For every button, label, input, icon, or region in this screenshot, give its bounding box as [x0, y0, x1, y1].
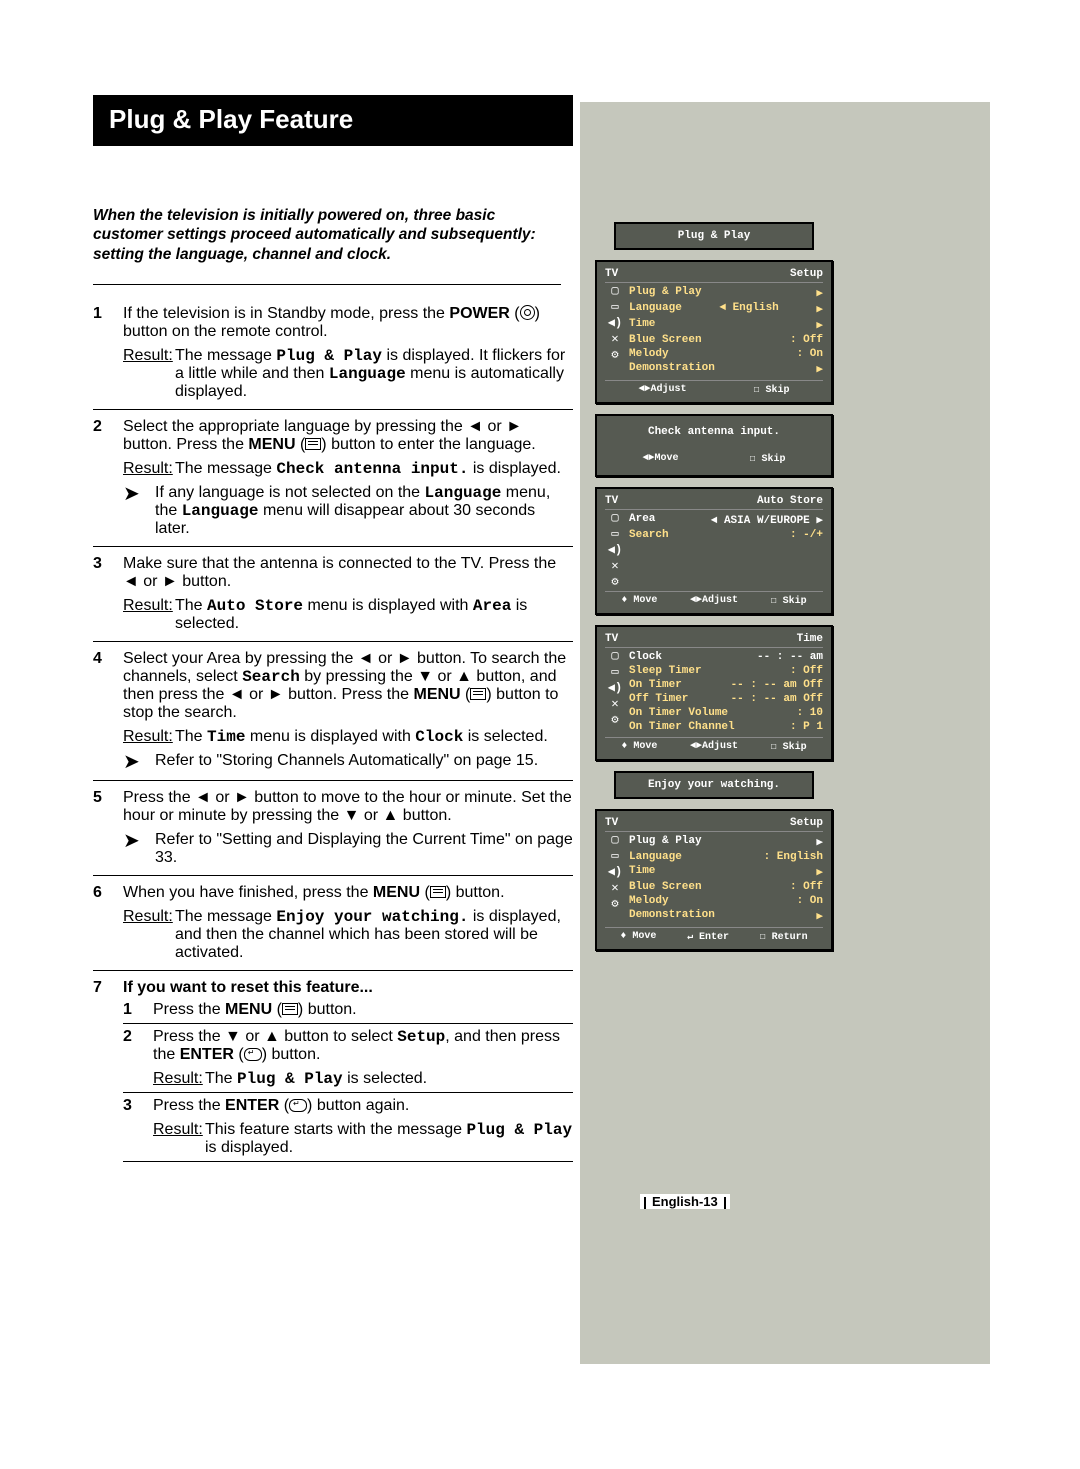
- step-5: 5 Press the ◄ or ► button to move to the…: [93, 781, 573, 876]
- page-number: English-13: [640, 1194, 730, 1209]
- step-3: 3 Make sure that the antenna is connecte…: [93, 547, 573, 642]
- note-arrow-icon: ➤: [123, 484, 155, 504]
- osd-plug-and-play: Plug & Play: [614, 222, 814, 250]
- step-number: 4: [93, 650, 123, 772]
- osd-time: TVTime ▢▭◀)✕⚙ Clock-- : -- am Sleep Time…: [595, 625, 833, 761]
- result-label: Result:: [123, 347, 175, 401]
- result-label: Result:: [123, 908, 175, 962]
- osd-auto-store: TVAuto Store ▢▭◀)✕⚙ Area◄ ASIA W/EUROPE …: [595, 487, 833, 615]
- page-title: Plug & Play Feature: [93, 95, 573, 144]
- power-label: POWER: [449, 305, 509, 322]
- result-label: Result:: [153, 1070, 205, 1088]
- step-7: 7 If you want to reset this feature... 1…: [93, 971, 573, 1166]
- osd-setup-2: TVSetup ▢▭◀)✕⚙ Plug & Play▶ Language: En…: [595, 809, 833, 951]
- text: When you have finished, press the: [123, 884, 373, 901]
- result-label: Result:: [153, 1121, 205, 1157]
- step-6: 6 When you have finished, press the MENU…: [93, 876, 573, 971]
- text: Press the ◄ or ► button to move to the h…: [123, 789, 572, 824]
- result-label: Result:: [123, 460, 175, 478]
- result-label: Result:: [123, 597, 175, 633]
- step-number: 5: [93, 789, 123, 867]
- step-4: 4 Select your Area by pressing the ◄ or …: [93, 642, 573, 781]
- result-text: The Auto Store menu is displayed with Ar…: [175, 597, 573, 633]
- result-text: This feature starts with the message Plu…: [205, 1121, 573, 1157]
- substep-number: 1: [123, 1001, 153, 1019]
- note-arrow-icon: ➤: [123, 752, 155, 772]
- step-number: 1: [93, 305, 123, 401]
- enter-icon: [244, 1048, 262, 1061]
- osd-enjoy-watching: Enjoy your watching.: [614, 771, 814, 799]
- menu-icon: [282, 1003, 298, 1015]
- osd-check-antenna: Check antenna input. ◄►Move☐ Skip: [595, 414, 833, 477]
- text: If the television is in Standby mode, pr…: [123, 305, 449, 322]
- note-text: Refer to "Storing Channels Automatically…: [155, 752, 538, 770]
- menu-label: MENU: [248, 436, 295, 453]
- substep-number: 3: [123, 1097, 153, 1115]
- step-number: 2: [93, 418, 123, 538]
- step-number: 6: [93, 884, 123, 962]
- osd-screens: Plug & Play TVSetup ▢▭◀)✕⚙ Plug & Play▶ …: [595, 222, 833, 961]
- text: Make sure that the antenna is connected …: [123, 555, 556, 590]
- power-icon: [520, 305, 535, 320]
- result-label: Result:: [123, 728, 175, 746]
- result-text: The Time menu is displayed with Clock is…: [175, 728, 573, 746]
- steps-list: 1 If the television is in Standby mode, …: [93, 297, 573, 1166]
- menu-icon: [470, 688, 486, 700]
- result-text: The message Check antenna input. is disp…: [175, 460, 573, 478]
- osd-category-icons: ▢▭◀)✕⚙: [605, 512, 625, 588]
- menu-icon: [430, 886, 446, 898]
- result-text: The message Enjoy your watching. is disp…: [175, 908, 573, 962]
- reset-heading: If you want to reset this feature...: [123, 979, 573, 997]
- menu-icon: [305, 438, 321, 450]
- osd-category-icons: ▢▭◀)✕⚙: [605, 285, 625, 377]
- note-arrow-icon: ➤: [123, 831, 155, 851]
- note-text: If any language is not selected on the L…: [155, 484, 573, 538]
- osd-category-icons: ▢▭◀)✕⚙: [605, 650, 625, 734]
- note-text: Refer to "Setting and Displaying the Cur…: [155, 831, 573, 867]
- step-number: 3: [93, 555, 123, 633]
- step-1: 1 If the television is in Standby mode, …: [93, 297, 573, 410]
- step-number: 7: [93, 979, 123, 1162]
- result-text: The Plug & Play is selected.: [205, 1070, 573, 1088]
- enter-icon: [289, 1099, 307, 1112]
- result-text: The message Plug & Play is displayed. It…: [175, 347, 573, 401]
- substep-number: 2: [123, 1028, 153, 1064]
- osd-category-icons: ▢▭◀)✕⚙: [605, 834, 625, 924]
- intro-text: When the television is initially powered…: [93, 206, 563, 264]
- text: (: [510, 305, 520, 322]
- step-2: 2 Select the appropriate language by pre…: [93, 410, 573, 547]
- osd-setup-1: TVSetup ▢▭◀)✕⚙ Plug & Play▶ Language◄ En…: [595, 260, 833, 404]
